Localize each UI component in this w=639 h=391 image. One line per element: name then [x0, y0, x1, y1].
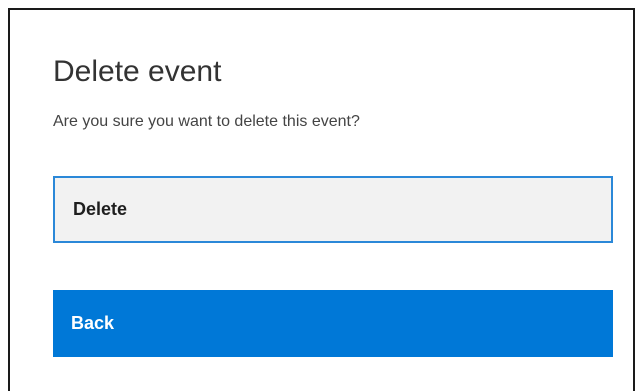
- back-button[interactable]: Back: [53, 290, 613, 357]
- dialog-message: Are you sure you want to delete this eve…: [53, 113, 360, 130]
- delete-button[interactable]: Delete: [53, 176, 613, 243]
- delete-event-dialog: Delete event Are you sure you want to de…: [8, 8, 635, 391]
- dialog-title: Delete event: [53, 55, 222, 88]
